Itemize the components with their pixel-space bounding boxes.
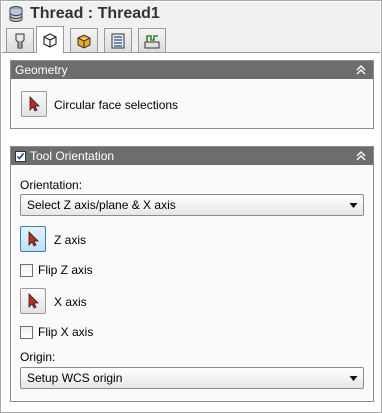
origin-dropdown[interactable]: Setup WCS origin xyxy=(20,367,364,389)
flip-x-axis-row[interactable]: Flip X axis xyxy=(20,325,93,339)
x-axis-select-button[interactable] xyxy=(20,288,46,314)
tab-passes[interactable] xyxy=(104,28,132,52)
tab-linking[interactable] xyxy=(138,28,166,52)
cube-orange-icon xyxy=(77,33,91,49)
cube-outline-icon xyxy=(43,33,57,48)
flip-z-axis-row[interactable]: Flip Z axis xyxy=(20,263,93,277)
pointer-arrow-icon xyxy=(28,293,39,309)
tab-geometry[interactable] xyxy=(36,26,64,53)
orientation-dropdown-value: Select Z axis/plane & X axis xyxy=(27,198,176,212)
checkmark-icon xyxy=(16,152,25,160)
tool-orientation-checkbox[interactable] xyxy=(15,150,26,162)
circular-face-selections-label: Circular face selections xyxy=(54,98,179,112)
passes-list-icon xyxy=(111,33,125,48)
chevron-down-icon xyxy=(349,203,358,208)
pointer-arrow-icon xyxy=(29,96,40,112)
z-axis-label: Z axis xyxy=(54,233,87,247)
geometry-panel-header[interactable]: Geometry xyxy=(11,61,373,79)
chevron-down-icon xyxy=(349,376,358,381)
orientation-dropdown[interactable]: Select Z axis/plane & X axis xyxy=(20,194,364,216)
circular-face-select-button[interactable] xyxy=(21,91,47,117)
origin-label: Origin: xyxy=(20,350,56,364)
x-axis-label: X axis xyxy=(54,295,87,309)
pointer-arrow-icon xyxy=(28,231,39,247)
database-stack-icon xyxy=(9,6,23,22)
flip-x-axis-label: Flip X axis xyxy=(38,325,94,339)
tool-orientation-panel: Tool Orientation Orientation: Select Z a… xyxy=(10,146,374,402)
flip-x-axis-checkbox[interactable] xyxy=(20,325,33,339)
collapse-icon[interactable] xyxy=(355,64,367,76)
tool-orientation-panel-header[interactable]: Tool Orientation xyxy=(11,147,373,165)
geometry-panel-title: Geometry xyxy=(15,63,68,77)
origin-dropdown-value: Setup WCS origin xyxy=(27,371,123,385)
z-axis-select-button[interactable] xyxy=(20,226,46,252)
geometry-panel: Geometry Circular face selections xyxy=(10,60,374,129)
thread-dialog: Thread : Thread1 Geometry Circular face … xyxy=(0,0,382,413)
tool-icon xyxy=(15,33,25,48)
linking-icon xyxy=(144,34,160,48)
tab-heights[interactable] xyxy=(70,28,98,52)
tool-orientation-panel-title: Tool Orientation xyxy=(30,149,115,163)
flip-z-axis-label: Flip Z axis xyxy=(38,263,93,277)
tab-strip xyxy=(2,26,380,53)
flip-z-axis-checkbox[interactable] xyxy=(20,263,33,277)
tab-tool[interactable] xyxy=(6,28,34,52)
title-bar: Thread : Thread1 xyxy=(2,2,380,26)
orientation-label: Orientation: xyxy=(20,178,83,192)
collapse-icon[interactable] xyxy=(355,150,367,162)
dialog-title: Thread : Thread1 xyxy=(30,5,160,22)
